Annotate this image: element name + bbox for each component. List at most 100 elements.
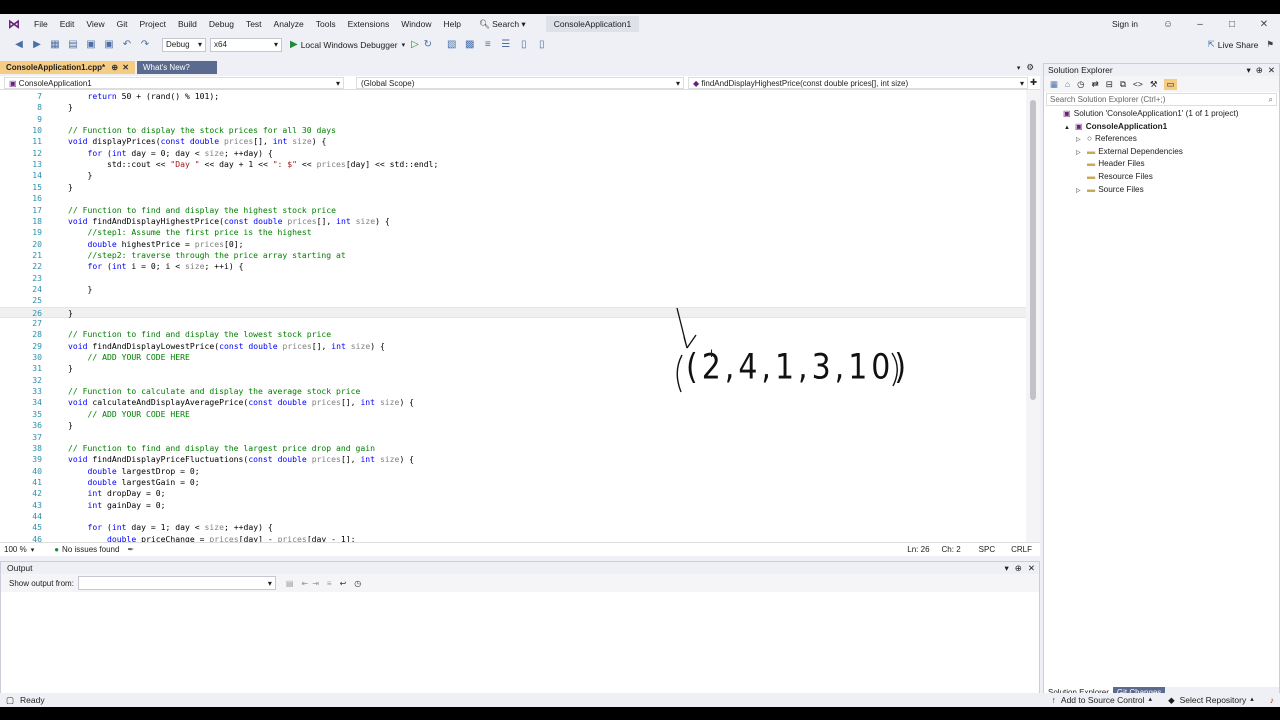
platform-select[interactable]: x64 ▾ bbox=[210, 37, 282, 52]
issues-label[interactable]: No issues found bbox=[62, 545, 119, 554]
code-line[interactable]: 36} bbox=[0, 420, 1026, 431]
output-source-select[interactable]: ▾ bbox=[77, 576, 276, 590]
code-text[interactable]: double largestGain = 0; bbox=[68, 477, 200, 488]
open-icon[interactable]: ▤ bbox=[66, 38, 80, 52]
back-icon[interactable]: ◀ bbox=[12, 38, 26, 52]
sync-icon[interactable]: ⇄ bbox=[1092, 79, 1099, 90]
panel-menu-icon[interactable]: ▾ bbox=[1004, 562, 1008, 574]
code-line[interactable]: 15} bbox=[0, 182, 1026, 193]
menu-item[interactable]: Help bbox=[437, 14, 466, 34]
start-debugging-button[interactable]: Local Windows Debugger bbox=[301, 40, 398, 50]
bookmark-icon[interactable]: ▯ bbox=[517, 38, 531, 52]
tree-item[interactable]: ▷ ▬ Source Files bbox=[1044, 184, 1279, 197]
panel-pin-icon[interactable]: ⊕ bbox=[1256, 64, 1263, 76]
configuration-select[interactable]: Debug ▾ bbox=[162, 37, 206, 52]
member-select[interactable]: ◆ findAndDisplayHighestPrice(const doubl… bbox=[688, 77, 1028, 89]
zoom-level[interactable]: 100 % bbox=[4, 545, 27, 554]
scrollbar-thumb[interactable] bbox=[1030, 100, 1036, 400]
code-line[interactable]: 45 for (int day = 1; day < size; ++day) … bbox=[0, 522, 1026, 533]
code-text[interactable]: void findAndDisplayHighestPrice(const do… bbox=[68, 216, 390, 227]
code-line[interactable]: 43 int gainDay = 0; bbox=[0, 500, 1026, 511]
tab-consoleapplication1-cpp[interactable]: ConsoleApplication1.cpp* ⊕ ✕ bbox=[0, 61, 135, 74]
code-text[interactable]: int dropDay = 0; bbox=[68, 488, 166, 499]
code-line[interactable]: 41 double largestGain = 0; bbox=[0, 477, 1026, 488]
project-select[interactable]: ▣ ConsoleApplication1 ▾ bbox=[4, 77, 344, 89]
code-line[interactable]: 38 // Function to find and display the la… bbox=[0, 443, 1026, 454]
code-text[interactable]: void findAndDisplayPriceFluctuations(con… bbox=[68, 454, 414, 465]
split-view-icon[interactable]: ✚ bbox=[1030, 77, 1037, 88]
switch-views-icon[interactable]: ▦ bbox=[1050, 79, 1058, 90]
redo-icon[interactable]: ↷ bbox=[138, 38, 152, 52]
menu-item[interactable]: Project bbox=[134, 14, 172, 34]
code-text[interactable]: for (int day = 0; day < size; ++day) { bbox=[68, 148, 273, 159]
debug-location-icon[interactable]: ▩ bbox=[463, 38, 477, 52]
tab-close-icon[interactable]: ✕ bbox=[122, 63, 129, 72]
code-text[interactable]: } bbox=[68, 182, 73, 193]
toolbox-icon[interactable]: ▧ bbox=[445, 38, 459, 52]
code-text[interactable]: // Function to find and display the high… bbox=[68, 205, 336, 216]
zoom-dropdown-icon[interactable]: ▾ bbox=[31, 546, 35, 554]
code-line[interactable]: 44 bbox=[0, 511, 1026, 522]
code-line[interactable]: 12 for (int day = 0; day < size; ++day) … bbox=[0, 148, 1026, 159]
tree-item[interactable]: ▲ ▣ ConsoleApplication1 bbox=[1044, 121, 1279, 134]
bookmark-prev-icon[interactable]: ▯ bbox=[535, 38, 549, 52]
hot-reload-icon[interactable]: ↻ bbox=[421, 38, 435, 52]
tree-item[interactable]: ▬ Resource Files bbox=[1044, 171, 1279, 184]
code-text[interactable]: void calculateAndDisplayAveragePrice(con… bbox=[68, 397, 414, 408]
tab-overflow-icon[interactable]: ▾ bbox=[1017, 64, 1021, 72]
tree-item[interactable]: ▬ Header Files bbox=[1044, 158, 1279, 171]
repository-icon[interactable]: ◆ bbox=[1168, 693, 1175, 707]
code-line[interactable]: 14 } bbox=[0, 170, 1026, 181]
code-line[interactable]: 42 int dropDay = 0; bbox=[0, 488, 1026, 499]
code-line[interactable]: 11 void displayPrices(const double prices… bbox=[0, 136, 1026, 147]
sign-in-link[interactable]: Sign in bbox=[1112, 19, 1138, 29]
code-text[interactable]: // Function to find and display the lowe… bbox=[68, 329, 331, 340]
code-text[interactable]: double largestDrop = 0; bbox=[68, 466, 200, 477]
code-text[interactable]: for (int i = 0; i < size; ++i) { bbox=[68, 261, 244, 272]
code-text[interactable]: int gainDay = 0; bbox=[68, 500, 166, 511]
output-clock-icon[interactable]: ◷ bbox=[354, 579, 361, 588]
code-text[interactable]: for (int day = 1; day < size; ++day) { bbox=[68, 522, 273, 533]
code-text[interactable]: std::cout << "Day " << day + 1 << ": $" … bbox=[68, 159, 438, 170]
feedback-icon[interactable]: ⚑ bbox=[1266, 39, 1274, 50]
code-line[interactable]: 17 // Function to find and display the hi… bbox=[0, 205, 1026, 216]
code-line[interactable]: 16 bbox=[0, 193, 1026, 204]
menu-item[interactable]: Window bbox=[395, 14, 437, 34]
panel-close-icon[interactable]: ✕ bbox=[1268, 64, 1275, 76]
code-view-icon[interactable]: <> bbox=[1133, 79, 1143, 89]
code-text[interactable]: void displayPrices(const double prices[]… bbox=[68, 136, 326, 147]
account-icon[interactable]: ☺ bbox=[1152, 19, 1184, 30]
line-number[interactable]: Ln: 26 bbox=[907, 545, 929, 554]
code-line[interactable]: 7 return 50 + (rand() % 101); bbox=[0, 91, 1026, 102]
source-control-icon[interactable]: ↑ bbox=[1052, 693, 1056, 707]
live-share-icon[interactable]: ⇱ bbox=[1208, 39, 1215, 50]
solution-explorer-search[interactable]: Search Solution Explorer (Ctrl+;) ⌕ bbox=[1046, 93, 1277, 106]
expand-arrow-icon[interactable]: ▷ bbox=[1076, 185, 1087, 198]
code-editor[interactable]: 7 return 50 + (rand() % 101); 8} 9 10// Fun… bbox=[0, 90, 1040, 543]
code-line[interactable]: 9 bbox=[0, 114, 1026, 125]
undo-icon[interactable]: ↶ bbox=[120, 38, 134, 52]
whitespace-mode[interactable]: SPC bbox=[979, 545, 995, 554]
pin-icon[interactable]: ⊕ bbox=[111, 63, 118, 72]
find-message-icon[interactable]: ▤ bbox=[286, 579, 294, 588]
menu-item[interactable]: Tools bbox=[310, 14, 342, 34]
code-line[interactable]: 37 bbox=[0, 432, 1026, 443]
code-text[interactable]: } bbox=[68, 170, 92, 181]
forward-icon[interactable]: ▶ bbox=[30, 38, 44, 52]
properties-icon[interactable]: ⚒ bbox=[1150, 79, 1158, 90]
select-repository[interactable]: Select Repository bbox=[1180, 693, 1247, 707]
code-line[interactable]: 24 } bbox=[0, 284, 1026, 295]
code-line[interactable]: 19 //step1: Assume the first price is th… bbox=[0, 227, 1026, 238]
pending-changes-icon[interactable]: ◷ bbox=[1077, 79, 1084, 90]
new-project-icon[interactable]: ▦ bbox=[48, 38, 62, 52]
code-text[interactable]: // Function to calculate and display the… bbox=[68, 386, 360, 397]
panel-pin-icon[interactable]: ⊕ bbox=[1015, 562, 1022, 574]
code-line[interactable]: 22 for (int i = 0; i < size; ++i) { bbox=[0, 261, 1026, 272]
code-line[interactable]: 23 bbox=[0, 273, 1026, 284]
editor-vertical-scrollbar[interactable] bbox=[1026, 90, 1040, 542]
code-text[interactable]: } bbox=[68, 420, 73, 431]
code-text[interactable]: double highestPrice = prices[0]; bbox=[68, 239, 244, 250]
code-line[interactable]: 13 std::cout << "Day " << day + 1 << ": … bbox=[0, 159, 1026, 170]
save-icon[interactable]: ▣ bbox=[84, 38, 98, 52]
search-icon[interactable]: ⌕ bbox=[1269, 94, 1273, 105]
